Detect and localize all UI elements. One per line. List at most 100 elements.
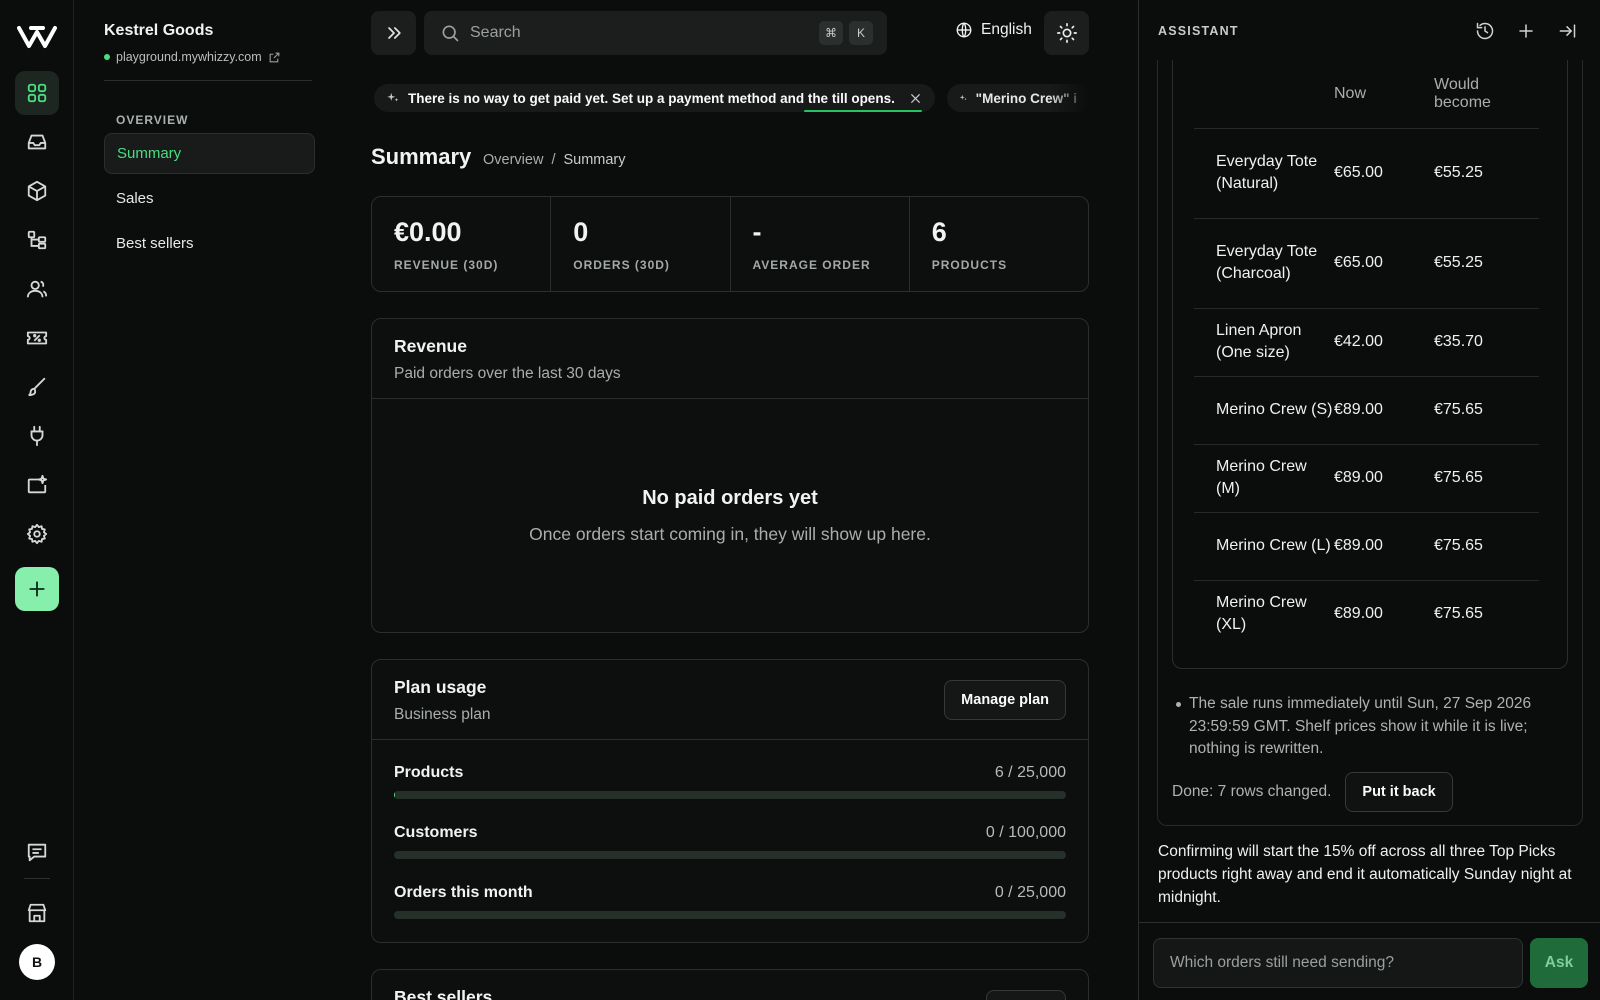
icon-rail: B <box>0 0 74 1000</box>
search-bar[interactable]: ⌘ K <box>424 11 887 55</box>
best-sellers-action-button[interactable] <box>986 990 1066 1000</box>
history-icon[interactable] <box>1474 20 1496 42</box>
best-sellers-title: Best sellers <box>394 987 493 1000</box>
assistant-title: ASSISTANT <box>1158 24 1239 38</box>
notice-text: There is no way to get paid yet. Set up … <box>408 90 895 106</box>
shortcut-key-k: K <box>849 21 873 45</box>
empty-state-title: No paid orders yet <box>642 487 818 509</box>
usage-products: Products 6 / 25,000 <box>394 764 1066 799</box>
stat-label: PRODUCTS <box>931 258 1008 272</box>
breadcrumb-current: Summary <box>563 152 626 168</box>
assistant-header: ASSISTANT <box>1139 0 1600 60</box>
stat-label: REVENUE (30D) <box>394 258 499 272</box>
table-header-product <box>1194 59 1334 129</box>
table-header-row: Now Would become <box>1194 59 1539 129</box>
store-url-text[interactable]: playground.mywhizzy.com <box>116 50 262 64</box>
store-url[interactable]: playground.mywhizzy.com <box>104 50 281 64</box>
ticket-icon[interactable] <box>15 316 59 360</box>
usage-label: Customers <box>394 824 478 841</box>
language-selector[interactable]: English <box>955 21 1032 39</box>
stats-card: €0.00 REVENUE (30D) 0 ORDERS (30D) - AVE… <box>371 196 1089 292</box>
breadcrumb: Overview / Summary <box>483 152 626 168</box>
stat-orders: 0 ORDERS (30D) <box>551 197 731 291</box>
plug-icon[interactable] <box>15 414 59 458</box>
table-row: Linen Apron (One size) €42.00 €35.70 <box>1194 308 1539 377</box>
dashboard-icon[interactable] <box>15 71 59 115</box>
table-cell-product: Everyday Tote (Charcoal) <box>1194 218 1334 309</box>
nav-section-overview: OVERVIEW <box>116 113 189 127</box>
sparkle-folder-icon[interactable] <box>15 463 59 507</box>
table-cell-now: €65.00 <box>1334 128 1434 219</box>
nav-item-sales[interactable]: Sales <box>104 178 315 219</box>
best-sellers-card: Best sellers <box>371 969 1089 1000</box>
empty-state-subtitle: Once orders start coming in, they will s… <box>529 524 931 544</box>
table-cell-now: €89.00 <box>1334 605 1383 623</box>
users-icon[interactable] <box>15 267 59 311</box>
usage-bar <box>394 911 1066 919</box>
table-header-now: Now <box>1334 59 1434 129</box>
usage-value: 0 / 100,000 <box>985 824 1066 841</box>
notice-chip-merino[interactable]: "Merino Crew" i <box>947 84 1089 112</box>
chevrons-right-icon <box>387 27 401 39</box>
revenue-card-header: Revenue Paid orders over the last 30 day… <box>372 319 1088 399</box>
workflow-icon[interactable] <box>15 218 59 262</box>
inbox-icon[interactable] <box>15 120 59 164</box>
usage-value: 6 / 25,000 <box>994 764 1066 781</box>
avatar[interactable]: B <box>19 944 55 980</box>
usage-customers: Customers 0 / 100,000 <box>394 824 1066 859</box>
notice-chip-payment[interactable]: There is no way to get paid yet. Set up … <box>374 84 935 112</box>
revenue-subtitle: Paid orders over the last 30 days <box>394 365 621 382</box>
table-cell-product: Linen Apron (One size) <box>1194 308 1334 377</box>
stat-value: €0.00 <box>394 217 462 247</box>
stat-products: 6 PRODUCTS <box>910 197 1088 291</box>
table-cell-now: €89.00 <box>1334 376 1434 445</box>
table-cell-new: €75.65 <box>1434 376 1539 445</box>
box-icon[interactable] <box>15 169 59 213</box>
rail-divider <box>24 878 50 879</box>
table-cell-new: €75.65 <box>1434 512 1539 581</box>
table-row: Everyday Tote (Charcoal) €65.00 €55.25 <box>1194 218 1539 309</box>
table-cell-now: €42.00 <box>1334 308 1434 377</box>
usage-label: Products <box>394 764 464 781</box>
add-button[interactable] <box>15 567 59 611</box>
table-cell-product: Merino Crew (S) <box>1194 376 1334 445</box>
shortcut-key-cmd: ⌘ <box>819 21 843 45</box>
table-cell-new: €55.25 <box>1434 128 1539 219</box>
usage-label: Orders this month <box>394 884 533 901</box>
table-row: Merino Crew (L) €89.00 €75.65 <box>1194 512 1539 581</box>
search-input[interactable] <box>470 24 800 42</box>
nav-item-best-sellers[interactable]: Best sellers <box>104 223 315 264</box>
nav-item-summary[interactable]: Summary <box>104 133 315 174</box>
ask-button[interactable]: Ask <box>1530 938 1588 988</box>
done-text: Done: 7 rows changed. <box>1172 783 1332 800</box>
manage-plan-button[interactable]: Manage plan <box>944 680 1066 720</box>
logo-icon[interactable] <box>17 24 57 50</box>
brush-icon[interactable] <box>15 365 59 409</box>
theme-toggle-button[interactable] <box>1044 11 1089 55</box>
plan-usage-card: Plan usage Business plan Manage plan Pro… <box>371 659 1089 943</box>
new-chat-icon[interactable] <box>1515 20 1537 42</box>
expand-panel-button[interactable] <box>371 11 416 55</box>
nav-item-label: Sales <box>116 190 154 207</box>
storefront-icon[interactable] <box>15 891 59 935</box>
usage-bar <box>394 851 1066 859</box>
assistant-input[interactable] <box>1153 938 1523 988</box>
gear-icon[interactable] <box>15 512 59 556</box>
table-cell-now: €89.00 <box>1334 444 1434 513</box>
breadcrumb-overview[interactable]: Overview <box>483 152 543 168</box>
table-cell-new: €75.65 <box>1434 605 1483 623</box>
page-title: Summary <box>371 144 472 169</box>
assistant-input-bar: Ask <box>1139 922 1600 1000</box>
put-it-back-button[interactable]: Put it back <box>1345 772 1453 812</box>
nav-item-label: Best sellers <box>116 235 194 252</box>
chat-icon[interactable] <box>15 830 59 874</box>
close-icon[interactable] <box>909 92 922 105</box>
external-link-icon[interactable] <box>268 51 281 64</box>
usage-bar <box>394 791 1066 799</box>
table-row: Merino Crew (S) €89.00 €75.65 <box>1194 376 1539 445</box>
table-cell-new: €75.65 <box>1434 444 1539 513</box>
usage-value: 0 / 25,000 <box>994 884 1066 901</box>
collapse-panel-icon[interactable] <box>1556 20 1578 42</box>
table-cell-now: €65.00 <box>1334 218 1434 309</box>
table-cell-product: Merino Crew (L) <box>1194 512 1334 581</box>
